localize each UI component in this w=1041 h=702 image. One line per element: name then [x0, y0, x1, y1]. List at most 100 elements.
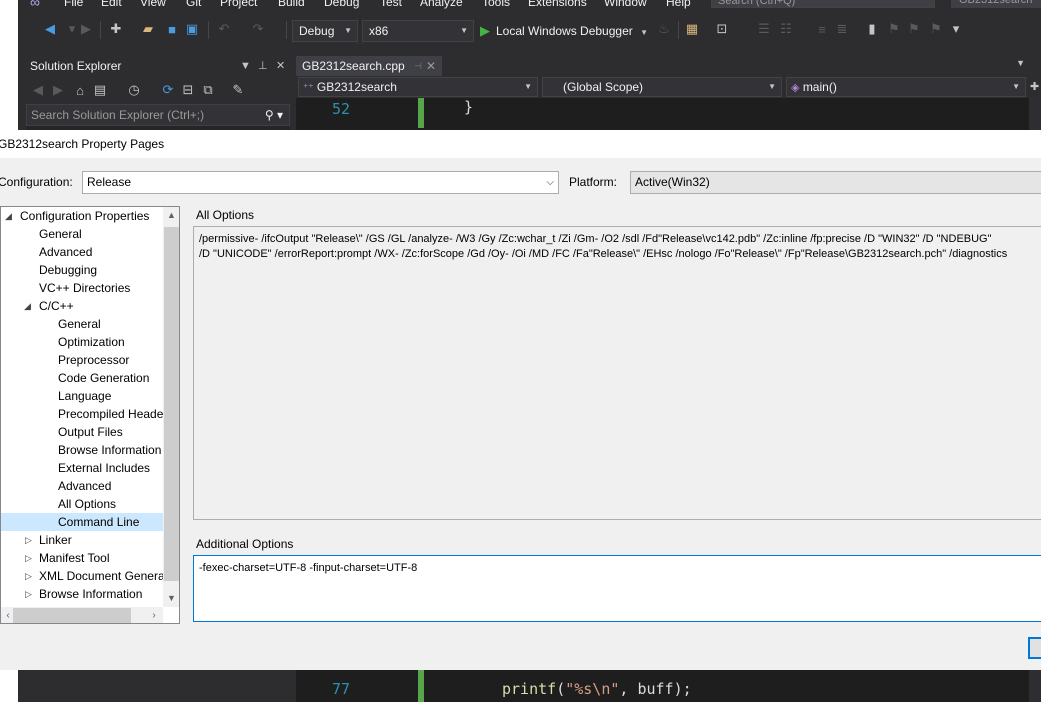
hot-reload-icon[interactable]: ♨ [656, 21, 672, 37]
menu-test[interactable]: Test [380, 0, 402, 9]
menu-extensions[interactable]: Extensions [528, 0, 587, 9]
next-bookmark-icon[interactable]: ⚑ [906, 21, 922, 37]
menu-window[interactable]: Window [604, 0, 647, 9]
menu-edit[interactable]: Edit [101, 0, 122, 9]
menu-view[interactable]: View [140, 0, 166, 9]
tree-item-linker[interactable]: Linker [39, 531, 72, 549]
tree-item-debugging[interactable]: Debugging [39, 261, 97, 279]
quick-search-input[interactable]: Search (Ctrl+Q) [711, 0, 935, 8]
switch-views-icon[interactable]: ▤ [92, 82, 108, 98]
properties-wrench-icon[interactable]: ✎ [230, 82, 246, 98]
tree-item-precompiled-headers[interactable]: Precompiled Headers [58, 405, 173, 423]
ok-button[interactable] [1028, 637, 1041, 659]
tree-item-external-includes[interactable]: External Includes [58, 459, 150, 477]
back-icon[interactable]: ◀ [42, 21, 58, 37]
collapse-all-icon[interactable]: ⊟ [180, 82, 196, 98]
tree-item-xml-document-generator[interactable]: XML Document Generator [39, 567, 179, 585]
find-in-files-icon[interactable]: ▦ [684, 21, 700, 37]
tree-item-cpp[interactable]: C/C++ [39, 297, 74, 315]
scope-nav-combo[interactable]: (Global Scope) ▼ [542, 77, 782, 97]
save-icon[interactable]: ■ [164, 21, 180, 37]
project-nav-combo[interactable]: ⁺⁺ GB2312search ▼ [298, 77, 538, 97]
toolbar-overflow-icon[interactable]: ▾ [948, 21, 964, 37]
platform-combo[interactable]: Active(Win32) [630, 171, 1041, 194]
collapsed-triangle-icon[interactable]: ▷ [25, 549, 32, 567]
tree-item-cpp-general[interactable]: General [58, 315, 101, 333]
redo-icon[interactable]: ↷ [250, 21, 266, 37]
menu-help[interactable]: Help [666, 0, 691, 9]
tree-vertical-scrollbar[interactable]: ▲ ▼ [163, 207, 179, 607]
menu-analyze[interactable]: Analyze [420, 0, 463, 9]
property-tree[interactable]: ◢ Configuration Properties General Advan… [0, 206, 180, 624]
configuration-combo[interactable]: Release ⌵ [82, 171, 559, 194]
tree-item-browse-information[interactable]: Browse Information [58, 441, 161, 459]
tree-item-general[interactable]: General [39, 225, 82, 243]
menu-debug[interactable]: Debug [324, 0, 359, 9]
collapsed-triangle-icon[interactable]: ▷ [25, 585, 32, 603]
scroll-up-icon[interactable]: ▲ [163, 207, 179, 224]
member-nav-combo[interactable]: ◈ main() ▼ [786, 77, 1026, 97]
collapsed-triangle-icon[interactable]: ▷ [25, 531, 32, 549]
indent-icon[interactable]: ☰ [756, 21, 772, 37]
tree-item-advanced[interactable]: Advanced [39, 243, 92, 261]
back-icon[interactable]: ◀ [30, 82, 46, 98]
forward-icon[interactable]: ▶ [78, 21, 94, 37]
outdent-icon[interactable]: ☷ [778, 21, 794, 37]
scrollbar-thumb[interactable] [13, 608, 131, 623]
menu-tools[interactable]: Tools [482, 0, 510, 9]
document-tab-gb2312search-cpp[interactable]: GB2312search.cpp ⊣ ✕ [296, 56, 442, 76]
prev-bookmark-icon[interactable]: ⚑ [886, 21, 902, 37]
tree-item-browse-information-top[interactable]: Browse Information [39, 585, 142, 603]
tree-item-cpp-advanced[interactable]: Advanced [58, 477, 111, 495]
tree-item-command-line[interactable]: Command Line [58, 513, 139, 531]
pin-icon[interactable]: ⊥ [258, 54, 268, 78]
menu-project[interactable]: Project [220, 0, 257, 9]
solution-explorer-search-input[interactable]: Search Solution Explorer (Ctrl+;) ⚲ ▾ [26, 104, 290, 126]
window-position-icon[interactable]: ▼ [240, 54, 251, 78]
scroll-down-icon[interactable]: ▼ [163, 590, 179, 607]
additional-options-textbox[interactable]: -fexec-charset=UTF-8 -finput-charset=UTF… [193, 555, 1041, 622]
pending-changes-icon[interactable]: ◷ [126, 82, 142, 98]
save-all-icon[interactable]: ▣ [184, 21, 200, 37]
solution-configuration-combo[interactable]: Debug ▼ [292, 20, 358, 42]
expanded-triangle-icon[interactable]: ◢ [5, 207, 12, 225]
collapsed-triangle-icon[interactable]: ▷ [25, 567, 32, 585]
clear-bookmarks-icon[interactable]: ⚑ [928, 21, 944, 37]
tree-item-optimization[interactable]: Optimization [58, 333, 125, 351]
tab-overflow-icon[interactable]: ▼ [1016, 58, 1025, 68]
close-icon[interactable]: ✕ [276, 54, 285, 78]
scroll-right-icon[interactable]: › [147, 607, 161, 623]
open-folder-icon[interactable]: ▰ [140, 21, 156, 37]
tree-item-configuration-properties[interactable]: Configuration Properties [20, 207, 149, 225]
tree-item-vc-directories[interactable]: VC++ Directories [39, 279, 130, 297]
close-tab-icon[interactable]: ✕ [426, 56, 436, 76]
comment-icon[interactable]: ≡ [814, 21, 830, 37]
show-all-files-icon[interactable]: ⧉ [200, 82, 216, 98]
bookmark-icon[interactable]: ▮ [864, 21, 880, 37]
tree-horizontal-scrollbar[interactable]: ‹ › [1, 607, 163, 623]
window-icon[interactable]: ⊡ [714, 21, 730, 37]
menu-build[interactable]: Build [278, 0, 305, 9]
start-debugging-button[interactable]: ▶ Local Windows Debugger ▼ [480, 20, 648, 42]
undo-icon[interactable]: ↶ [216, 21, 232, 37]
expanded-triangle-icon[interactable]: ◢ [24, 297, 31, 315]
home-icon[interactable]: ⌂ [72, 82, 88, 98]
tree-item-manifest-tool[interactable]: Manifest Tool [39, 549, 109, 567]
menu-git[interactable]: Git [186, 0, 201, 9]
sync-icon[interactable]: ⟳ [160, 82, 176, 98]
new-item-icon[interactable]: ✚ [108, 21, 124, 37]
tree-item-language[interactable]: Language [58, 387, 111, 405]
solution-platform-combo[interactable]: x86 ▼ [362, 20, 474, 42]
tree-item-code-generation[interactable]: Code Generation [58, 369, 149, 387]
tree-item-output-files[interactable]: Output Files [58, 423, 123, 441]
menu-file[interactable]: File [64, 0, 83, 9]
tree-item-all-options[interactable]: All Options [58, 495, 116, 513]
pin-icon[interactable]: ⊣ [414, 56, 422, 76]
scrollbar-thumb[interactable] [164, 227, 179, 581]
member-nav-value: main() [802, 80, 837, 94]
tree-item-preprocessor[interactable]: Preprocessor [58, 351, 129, 369]
split-icon[interactable]: ✚ [1030, 80, 1039, 93]
all-options-textbox[interactable]: /permissive- /ifcOutput "Release\" /GS /… [193, 226, 1041, 520]
uncomment-icon[interactable]: ≣ [834, 21, 850, 37]
forward-icon[interactable]: ▶ [50, 82, 66, 98]
